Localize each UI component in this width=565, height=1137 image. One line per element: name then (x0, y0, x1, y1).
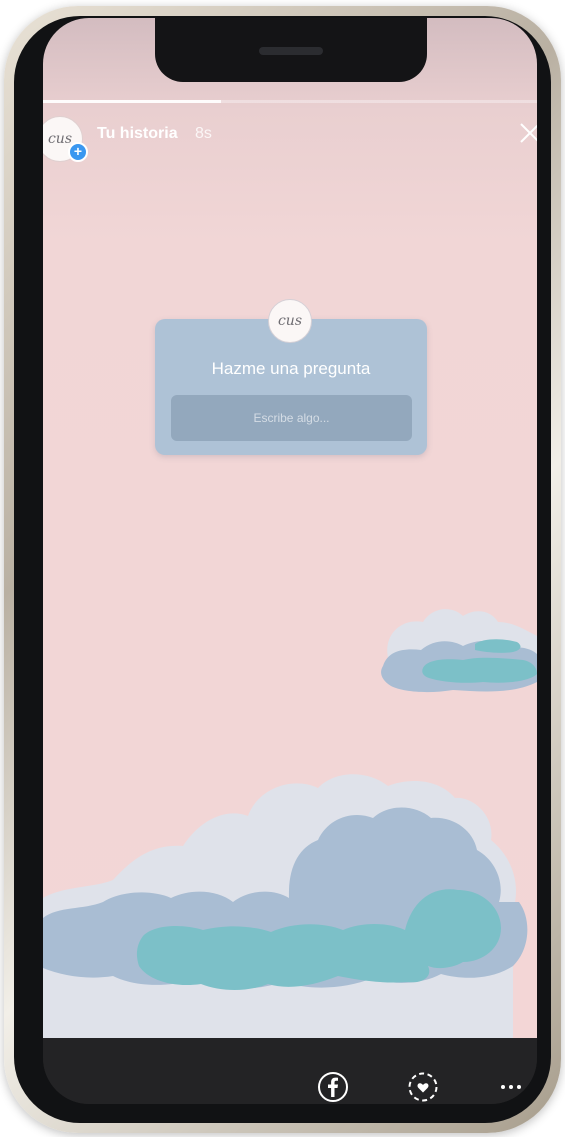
clouds-illustration (43, 609, 537, 1038)
story-progress-track (43, 100, 537, 103)
sticker-avatar-logo: cus (277, 313, 303, 329)
phone-notch (155, 18, 427, 82)
facebook-icon[interactable] (317, 1071, 349, 1103)
close-icon[interactable] (517, 120, 537, 146)
sticker-title: Hazme una pregunta (211, 359, 371, 378)
more-icon[interactable] (495, 1071, 527, 1103)
story-timestamp: 8s (195, 125, 212, 142)
heart-circle-icon[interactable] (407, 1071, 439, 1103)
small-cloud-teal-top (475, 639, 521, 653)
small-cloud-teal (422, 657, 537, 683)
plus-icon[interactable]: + (68, 142, 88, 162)
sticker-avatar: cus (268, 299, 312, 343)
avatar-logo: cus (47, 131, 73, 147)
sticker-question-input[interactable]: Escribe algo... (171, 395, 412, 441)
story-progress-fill (43, 100, 221, 103)
story-bottom-bar (43, 1038, 537, 1104)
story-username[interactable]: Tu historia (97, 125, 178, 143)
phone-screen: cus + Tu historia 8s cus Hazme una pregu… (43, 18, 537, 1104)
speaker-grille (259, 47, 323, 55)
